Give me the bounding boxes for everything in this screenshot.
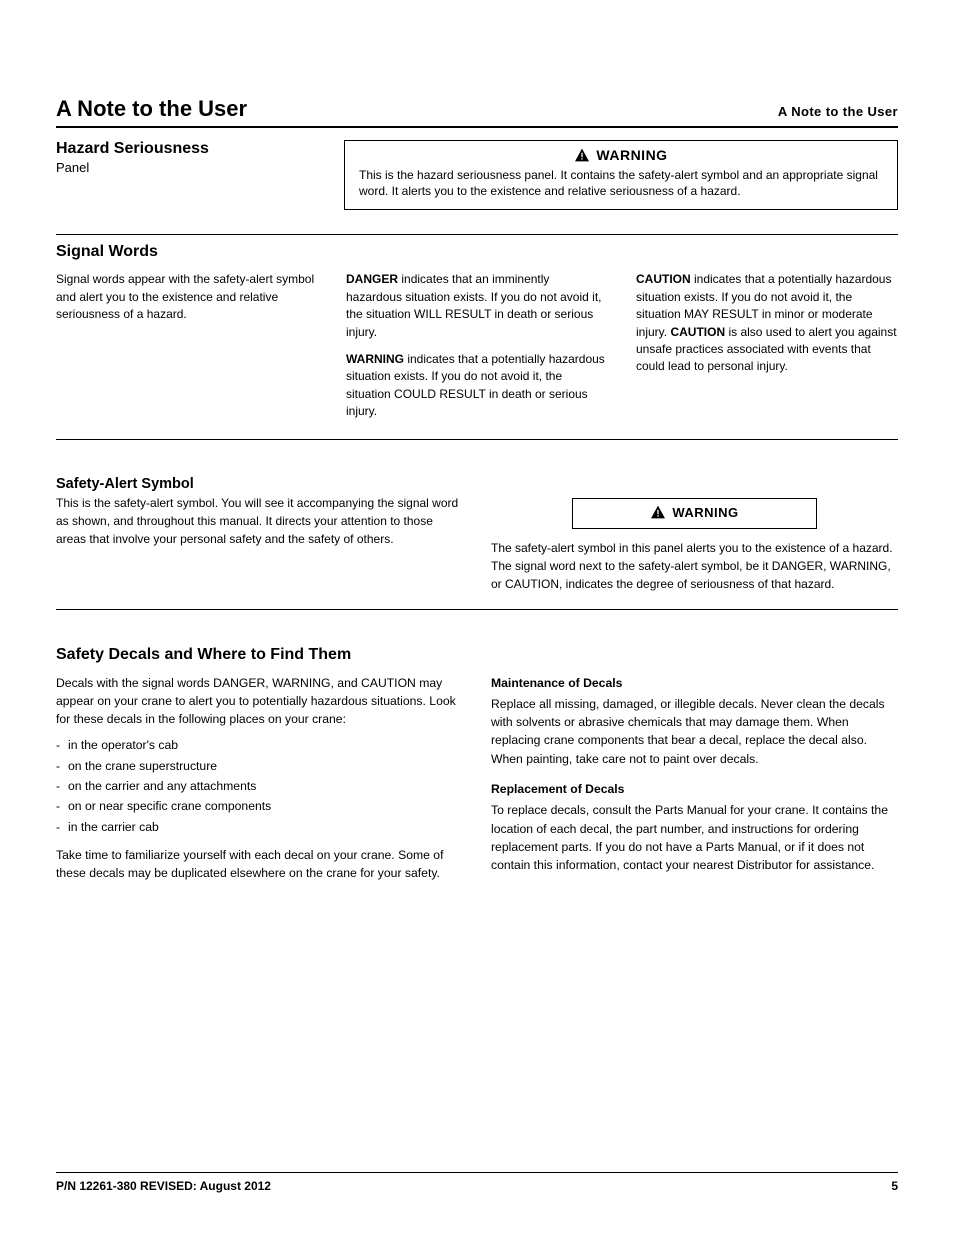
divider [56, 609, 898, 610]
footer-part-number: P/N 12261-380 REVISED: August 2012 [56, 1179, 271, 1193]
list-item: in the carrier cab [56, 818, 463, 836]
divider [56, 1172, 898, 1173]
list-item: on the carrier and any attachments [56, 777, 463, 795]
safety-alert-section: Safety-Alert Symbol This is the safety-a… [56, 476, 898, 593]
alert-triangle-icon [650, 505, 666, 519]
list-item: in the operator's cab [56, 736, 463, 754]
signal-col-intro: Signal words appear with the safety-aler… [56, 271, 318, 420]
divider [56, 439, 898, 440]
safety-alert-sample-box: WARNING [572, 498, 817, 529]
decals-col-right: Maintenance of Decals Replace all missin… [491, 674, 898, 883]
hazard-heading: Hazard Seriousness [56, 140, 344, 158]
signal-col-caution: CAUTION indicates that a potentially haz… [636, 271, 898, 420]
safety-decals-section: Safety Decals and Where to Find Them Dec… [56, 646, 898, 883]
list-item: on the crane superstructure [56, 757, 463, 775]
warning-body: This is the hazard seriousness panel. It… [359, 167, 883, 199]
signal-words-section: Signal words appear with the safety-aler… [56, 271, 898, 420]
decals-location-list: in the operator's cab on the crane super… [56, 736, 463, 835]
signal-words-heading: Signal Words [56, 243, 898, 261]
safety-decals-heading: Safety Decals and Where to Find Them [56, 646, 898, 664]
replacement-heading: Replacement of Decals [491, 780, 898, 798]
page-title: A Note to the User [56, 96, 247, 122]
hazard-subheading: Panel [56, 160, 344, 175]
list-item: on or near specific crane components [56, 797, 463, 815]
hazard-section: Hazard Seriousness Panel WARNING This is… [56, 140, 898, 210]
divider [56, 126, 898, 128]
safety-alert-text: This is the safety-alert symbol. You wil… [56, 494, 463, 548]
page-footer: P/N 12261-380 REVISED: August 2012 5 [56, 1172, 898, 1193]
safety-alert-heading: Safety-Alert Symbol [56, 476, 463, 492]
decals-col-left: Decals with the signal words DANGER, WAR… [56, 674, 463, 883]
alert-triangle-icon [574, 148, 590, 162]
breadcrumb: A Note to the User [778, 104, 898, 119]
divider [56, 234, 898, 235]
warning-label: WARNING [596, 147, 667, 163]
warning-label: WARNING [672, 505, 738, 520]
page-number: 5 [891, 1179, 898, 1193]
maintenance-heading: Maintenance of Decals [491, 674, 898, 692]
signal-col-danger-warning: DANGER indicates that an imminently haza… [346, 271, 608, 420]
hazard-warning-panel: WARNING This is the hazard seriousness p… [344, 140, 898, 210]
safety-alert-after-text: The safety-alert symbol in this panel al… [491, 539, 898, 593]
